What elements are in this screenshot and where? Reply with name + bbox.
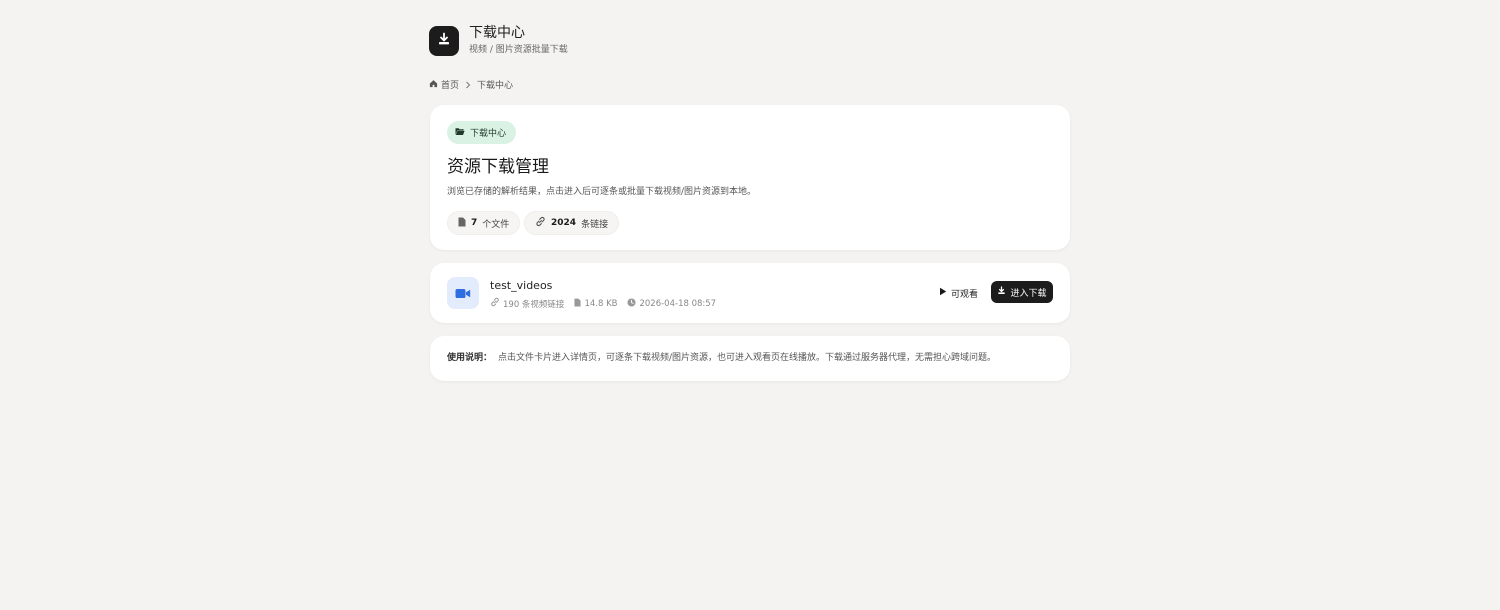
- link-icon: [535, 216, 546, 230]
- link-icon: [490, 297, 500, 310]
- page-title: 资源下载管理: [447, 157, 549, 177]
- file-size: 14.8 KB: [584, 298, 618, 309]
- file-name: test_videos: [490, 279, 553, 292]
- links-count: 2024: [551, 218, 577, 228]
- watch-button-label: 可观看: [951, 289, 979, 300]
- chevron-right-icon: [465, 81, 471, 89]
- help-label: 使用说明：: [447, 353, 493, 363]
- files-count: 7: [471, 218, 478, 228]
- file-date: 2026-04-18 08:57: [639, 298, 717, 309]
- help-card: 使用说明： 点击文件卡片进入详情页，可逐条下载视频/图片资源，也可进入观看页在线播…: [430, 336, 1070, 381]
- section-tag-label: 下载中心: [470, 129, 507, 139]
- file-type-icon-box: [447, 277, 479, 309]
- download-icon: [997, 286, 1006, 298]
- download-icon: [437, 31, 451, 50]
- page-description: 浏览已存储的解析结果，点击进入后可逐条或批量下载视频/图片资源到本地。: [447, 187, 757, 197]
- play-icon: [939, 287, 947, 299]
- watch-button[interactable]: 可观看: [939, 282, 978, 304]
- section-tag: 下载中心: [447, 121, 517, 144]
- app-logo: [429, 25, 459, 56]
- help-text: 点击文件卡片进入详情页，可逐条下载视频/图片资源，也可进入观看页在线播放。下载通…: [498, 353, 997, 363]
- enter-download-button[interactable]: 进入下载: [991, 281, 1053, 303]
- breadcrumb: 首页 下载中心: [429, 78, 513, 91]
- breadcrumb-current: 下载中心: [477, 81, 514, 91]
- hero-card: 下载中心 资源下载管理 浏览已存储的解析结果，点击进入后可逐条或批量下载视频/图…: [430, 105, 1070, 250]
- file-card[interactable]: test_videos 190 条视频链接 14.8 KB 2026-04-18…: [430, 263, 1070, 323]
- help-line: 使用说明： 点击文件卡片进入详情页，可逐条下载视频/图片资源，也可进入观看页在线播…: [447, 352, 996, 364]
- clock-icon: [627, 297, 637, 310]
- file-date-meta: 2026-04-18 08:57: [627, 297, 717, 310]
- file-meta: 190 条视频链接 14.8 KB 2026-04-18 08:57: [490, 297, 726, 310]
- video-camera-icon: [455, 284, 471, 303]
- breadcrumb-home[interactable]: 首页: [429, 78, 459, 91]
- breadcrumb-home-label: 首页: [441, 81, 460, 91]
- files-label: 个文件: [482, 219, 510, 230]
- enter-download-label: 进入下载: [1010, 288, 1047, 299]
- links-count-chip: 2024 条链接: [524, 211, 620, 235]
- files-count-chip: 7 个文件: [447, 211, 521, 235]
- file-links: 190 条视频链接: [503, 299, 565, 310]
- file-links-meta: 190 条视频链接: [490, 297, 564, 310]
- folder-open-icon: [455, 127, 465, 139]
- app-title: 下载中心: [469, 25, 525, 41]
- app-subtitle: 视频 / 图片资源批量下载: [469, 45, 568, 55]
- file-size-meta: 14.8 KB: [574, 298, 617, 310]
- home-icon: [429, 79, 438, 91]
- file-icon: [574, 298, 581, 310]
- links-label: 条链接: [581, 219, 609, 230]
- app-header: 下载中心 视频 / 图片资源批量下载: [429, 25, 568, 56]
- file-icon: [458, 217, 466, 230]
